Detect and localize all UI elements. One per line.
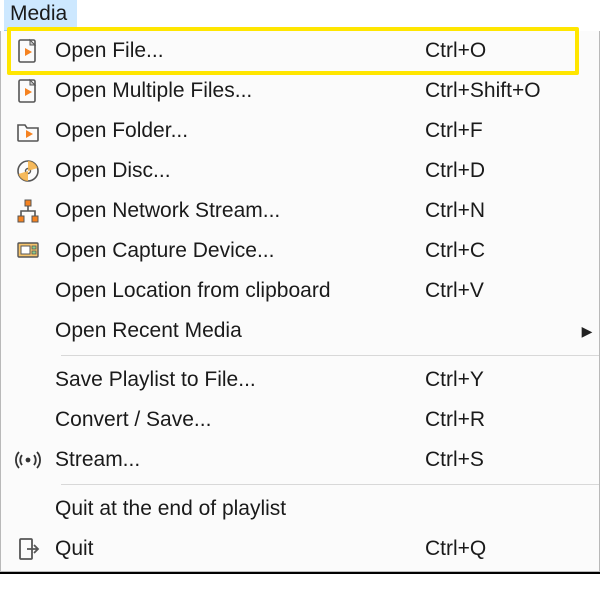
menu-item-label: Open Recent Media [55, 319, 425, 343]
menu-item-shortcut: Ctrl+S [425, 448, 575, 472]
menu-item-shortcut: Ctrl+C [425, 239, 575, 263]
disc-icon [1, 158, 55, 184]
menu-item-shortcut: Ctrl+Y [425, 368, 575, 392]
menu-item-shortcut: Ctrl+V [425, 279, 575, 303]
capture-icon [1, 238, 55, 264]
menu-item-label: Open Location from clipboard [55, 279, 425, 303]
menu-item-label: Open Capture Device... [55, 239, 425, 263]
menu-item-label: Quit at the end of playlist [55, 497, 425, 521]
submenu-arrow-icon: ▶ [575, 323, 599, 340]
menu-item-open-network-stream[interactable]: Open Network Stream...Ctrl+N [1, 191, 599, 231]
menu-separator [61, 484, 599, 485]
stream-icon [1, 447, 55, 473]
menu-item-shortcut: Ctrl+Q [425, 537, 575, 561]
file-play-icon [1, 38, 55, 64]
menu-item-label: Open Multiple Files... [55, 79, 425, 103]
menu-item-open-recent-media[interactable]: Open Recent Media ▶ [1, 311, 599, 351]
menu-item-open-folder[interactable]: Open Folder...Ctrl+F [1, 111, 599, 151]
menu-item-open-disc[interactable]: Open Disc...Ctrl+D [1, 151, 599, 191]
quit-icon [1, 536, 55, 562]
file-play-icon [1, 78, 55, 104]
menu-item-label: Stream... [55, 448, 425, 472]
network-icon [1, 198, 55, 224]
menu-item-shortcut: Ctrl+N [425, 199, 575, 223]
menu-item-label: Quit [55, 537, 425, 561]
menu-item-label: Open Network Stream... [55, 199, 425, 223]
menu-item-open-multiple-files[interactable]: Open Multiple Files...Ctrl+Shift+O [1, 71, 599, 111]
menu-item-open-location-from-clipboard[interactable]: Open Location from clipboardCtrl+V [1, 271, 599, 311]
folder-play-icon [1, 118, 55, 144]
menu-separator [61, 355, 599, 356]
menu-item-save-playlist-to-file[interactable]: Save Playlist to File...Ctrl+Y [1, 360, 599, 400]
menu-item-shortcut: Ctrl+D [425, 159, 575, 183]
menu-item-shortcut: Ctrl+R [425, 408, 575, 432]
menu-item-label: Open File... [55, 39, 425, 63]
menu-title[interactable]: Media [4, 0, 77, 31]
menu-item-shortcut: Ctrl+F [425, 119, 575, 143]
menu-item-quit[interactable]: QuitCtrl+Q [1, 529, 599, 569]
menu-item-stream[interactable]: Stream...Ctrl+S [1, 440, 599, 480]
menu-item-label: Open Folder... [55, 119, 425, 143]
menu-item-open-capture-device[interactable]: Open Capture Device...Ctrl+C [1, 231, 599, 271]
menu-item-open-file[interactable]: Open File...Ctrl+O [1, 31, 599, 71]
menu-item-label: Convert / Save... [55, 408, 425, 432]
menu-item-label: Open Disc... [55, 159, 425, 183]
media-menu: Open File...Ctrl+O Open Multiple Files..… [0, 31, 600, 572]
menu-item-shortcut: Ctrl+Shift+O [425, 79, 575, 103]
menu-item-shortcut: Ctrl+O [425, 39, 575, 63]
menu-item-quit-at-the-end-of-playlist[interactable]: Quit at the end of playlist [1, 489, 599, 529]
menu-item-label: Save Playlist to File... [55, 368, 425, 392]
menu-item-convert-save[interactable]: Convert / Save...Ctrl+R [1, 400, 599, 440]
